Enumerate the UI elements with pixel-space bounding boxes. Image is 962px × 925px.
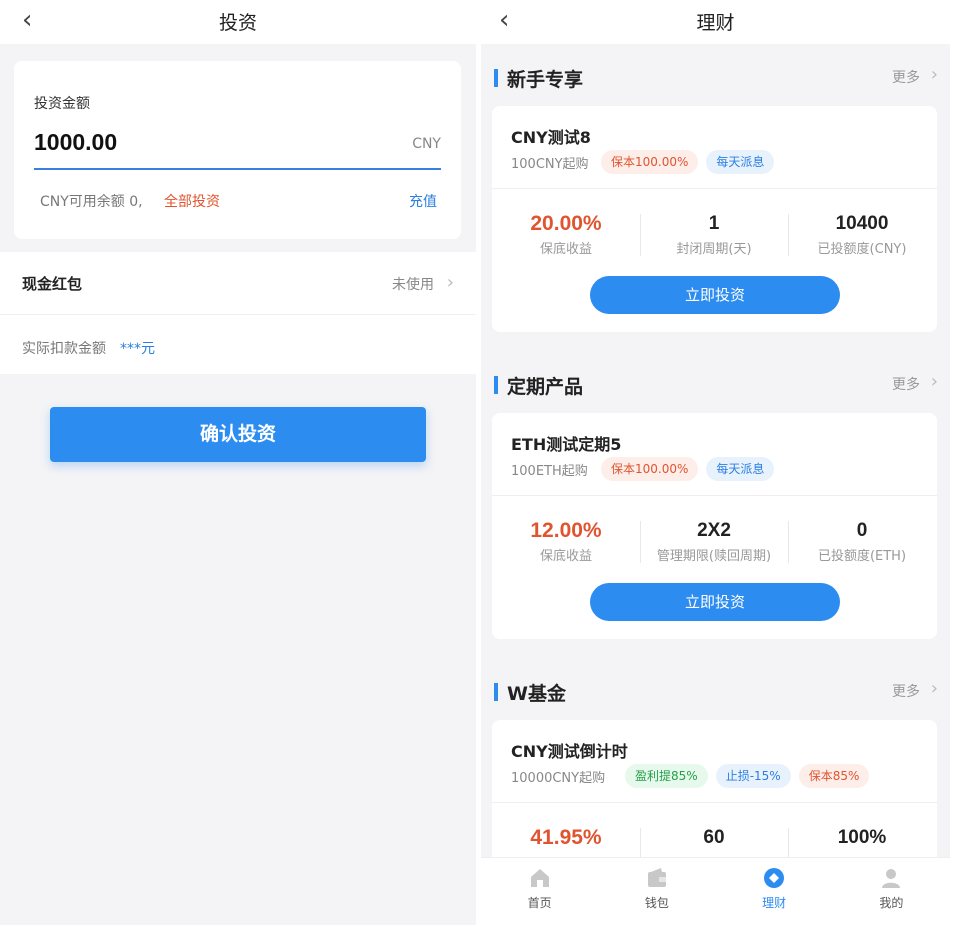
- stat-value: 12.00%: [530, 519, 602, 542]
- stat-invested: 0 已投额度(ETH): [788, 519, 936, 564]
- amount-underline: [34, 168, 441, 170]
- invest-now-button[interactable]: 立即投资: [590, 583, 840, 621]
- product-name: CNY测试倒计时: [511, 742, 628, 761]
- tab-finance[interactable]: 理财: [716, 858, 833, 925]
- nav-bar: ‹ 投资: [0, 0, 476, 44]
- recharge-link[interactable]: 充值: [409, 191, 437, 211]
- tab-label: 我的: [879, 896, 904, 910]
- stat-label: 已投额度(CNY): [817, 242, 907, 257]
- product-card[interactable]: ETH测试定期5 100ETH起购 保本100.00% 每天派息 12.00% …: [492, 413, 937, 639]
- actual-deduction-row: 实际扣款金额 ***元: [0, 314, 476, 374]
- section-accent-bar: [494, 376, 498, 394]
- stat-label: 保底收益: [539, 549, 592, 564]
- stat-value: 41.95%: [530, 826, 602, 849]
- tag: 每天派息: [706, 150, 775, 174]
- stat-yield: 12.00% 保底收益: [492, 519, 640, 564]
- stat-value: 10400: [835, 213, 889, 234]
- amount-input[interactable]: 1000.00: [34, 129, 117, 156]
- invest-screen: ‹ 投资 投资金额 1000.00 CNY CNY可用余额 0, 全部投资 充值…: [0, 0, 476, 925]
- divider: [492, 188, 937, 189]
- stat-period: 1 封闭周期(天): [640, 212, 788, 257]
- tag-list: 保本100.00% 每天派息: [601, 150, 775, 174]
- stat-label: 封闭周期(天): [676, 242, 752, 257]
- divider: [492, 495, 937, 496]
- product-card[interactable]: CNY测试8 100CNY起购 保本100.00% 每天派息 20.00% 保底…: [492, 106, 937, 332]
- tab-home[interactable]: 首页: [481, 858, 598, 925]
- tag-list: 盈利提85% 止损-15% 保本85%: [625, 764, 870, 788]
- page-title: 理财: [696, 12, 735, 34]
- finance-icon: [764, 868, 785, 888]
- chevron-right-icon: ›: [446, 272, 454, 293]
- stat-invested: 10400 已投额度(CNY): [788, 212, 936, 257]
- stat-yield: 41.95%: [492, 826, 640, 850]
- stat-label: 已投额度(ETH): [817, 549, 907, 564]
- tag: 止损-15%: [715, 764, 791, 788]
- available-balance: CNY可用余额 0,: [40, 194, 143, 210]
- stat-period: 60: [640, 826, 788, 850]
- section-title: 定期产品: [507, 376, 584, 398]
- tag: 保本85%: [798, 764, 870, 788]
- stat-value: 2X2: [697, 520, 731, 541]
- chevron-right-icon[interactable]: ›: [931, 678, 938, 699]
- confirm-invest-button[interactable]: 确认投资: [50, 407, 426, 462]
- finance-screen: ‹ 理财 新手专享 更多 › CNY测试8 100CNY起购 保本100.00%…: [481, 0, 950, 925]
- chevron-right-icon[interactable]: ›: [931, 64, 938, 85]
- stat-label: 保底收益: [539, 242, 592, 257]
- redpacket-status: 未使用: [392, 277, 434, 293]
- section-title: W基金: [507, 683, 566, 705]
- more-link[interactable]: 更多: [892, 374, 920, 394]
- bottom-tab-bar: 首页 钱包 理财 我的: [481, 857, 950, 925]
- tab-label: 钱包: [644, 896, 669, 910]
- more-link[interactable]: 更多: [892, 681, 920, 701]
- tag: 每天派息: [706, 457, 775, 481]
- tag-list: 保本100.00% 每天派息: [601, 457, 775, 481]
- stat-value: 1: [708, 213, 720, 234]
- tab-label: 首页: [527, 896, 552, 910]
- section-fixed: 定期产品 更多 › ETH测试定期5 100ETH起购 保本100.00% 每天…: [481, 351, 950, 651]
- invest-all-link[interactable]: 全部投资: [164, 191, 220, 211]
- amount-unit: CNY: [412, 136, 441, 152]
- tag: 盈利提85%: [625, 764, 708, 788]
- product-name: CNY测试8: [511, 128, 591, 147]
- invest-now-button[interactable]: 立即投资: [590, 276, 840, 314]
- chevron-right-icon[interactable]: ›: [931, 371, 938, 392]
- section-accent-bar: [494, 683, 498, 701]
- section-accent-bar: [494, 69, 498, 87]
- cash-redpacket-row[interactable]: 现金红包 未使用 ›: [0, 252, 476, 314]
- amount-label: 投资金额: [34, 96, 90, 112]
- tag: 保本100.00%: [601, 457, 699, 481]
- divider: [492, 802, 937, 803]
- tab-wallet[interactable]: 钱包: [598, 858, 715, 925]
- more-link[interactable]: 更多: [892, 67, 920, 87]
- stat-progress: 100%: [788, 826, 936, 850]
- tag: 保本100.00%: [601, 150, 699, 174]
- section-newbie: 新手专享 更多 › CNY测试8 100CNY起购 保本100.00% 每天派息…: [481, 44, 950, 344]
- redpacket-label: 现金红包: [22, 275, 83, 293]
- amount-card: 投资金额 1000.00 CNY CNY可用余额 0, 全部投资 充值: [14, 61, 461, 239]
- product-name: ETH测试定期5: [511, 435, 622, 454]
- min-purchase: 100ETH起购: [511, 464, 588, 479]
- tab-label: 理财: [762, 896, 787, 910]
- stat-value: 0: [856, 520, 868, 541]
- user-icon: [882, 869, 901, 888]
- stat-period: 2X2 管理期限(赎回周期): [640, 519, 788, 564]
- stat-value: 20.00%: [530, 212, 602, 235]
- stat-value: 100%: [837, 827, 887, 848]
- min-purchase: 10000CNY起购: [511, 771, 606, 786]
- stat-yield: 20.00% 保底收益: [492, 212, 640, 257]
- section-title: 新手专享: [507, 69, 584, 91]
- deduction-value: ***元: [120, 341, 155, 357]
- stat-label: 管理期限(赎回周期): [656, 549, 772, 564]
- tab-mine[interactable]: 我的: [833, 858, 950, 925]
- nav-bar: ‹ 理财: [481, 0, 950, 44]
- home-icon: [530, 869, 549, 887]
- page-title: 投资: [218, 12, 257, 34]
- min-purchase: 100CNY起购: [511, 157, 589, 172]
- deduction-label: 实际扣款金额: [22, 341, 106, 357]
- wallet-icon: [647, 868, 666, 887]
- stat-value: 60: [703, 827, 725, 848]
